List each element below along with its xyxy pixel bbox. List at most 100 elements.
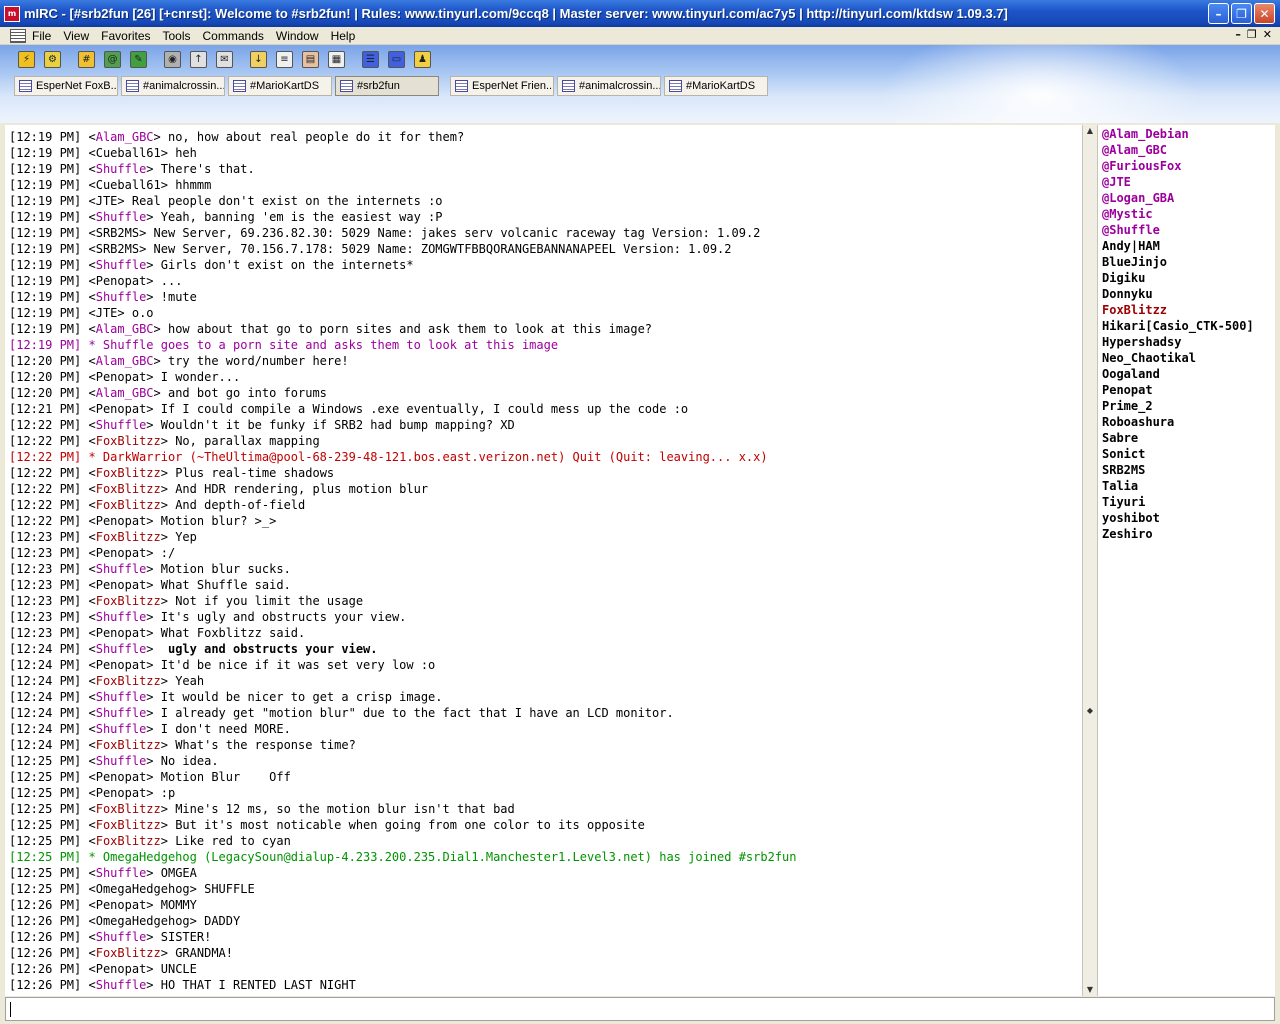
chat-log[interactable]: [12:19 PM] <Alam_GBC> no, how about real… — [5, 125, 1082, 996]
message-nick[interactable]: SRB2MS — [96, 226, 139, 240]
message-nick[interactable]: Penopat — [96, 514, 147, 528]
message-nick[interactable]: Shuffle — [96, 290, 147, 304]
nicklist-item[interactable]: Zeshiro — [1102, 526, 1275, 542]
urls-icon[interactable]: ▦ — [328, 51, 345, 68]
nicklist-item[interactable]: Prime_2 — [1102, 398, 1275, 414]
message-nick[interactable]: Penopat — [96, 658, 147, 672]
channel-window-icon[interactable] — [10, 28, 26, 43]
nicklist-item[interactable]: Hypershadsy — [1102, 334, 1275, 350]
switchbar-tab[interactable]: #MarioKartDS — [664, 76, 768, 96]
scroll-down-arrow-icon[interactable]: ▼ — [1084, 984, 1096, 996]
nicklist-item[interactable]: Sabre — [1102, 430, 1275, 446]
switchbar-tab-active[interactable]: #srb2fun — [335, 76, 439, 96]
dcc-send-icon[interactable]: ↑ — [190, 51, 207, 68]
message-nick[interactable]: FoxBlitzz — [96, 482, 161, 496]
message-nick[interactable]: FoxBlitzz — [96, 498, 161, 512]
menu-view[interactable]: View — [63, 29, 89, 43]
message-nick[interactable]: SRB2MS — [96, 242, 139, 256]
nicklist-item[interactable]: Andy|HAM — [1102, 238, 1275, 254]
nicklist-item[interactable]: @FuriousFox — [1102, 158, 1275, 174]
message-nick[interactable]: FoxBlitzz — [96, 674, 161, 688]
message-nick[interactable]: Penopat — [96, 402, 147, 416]
nicklist-item[interactable]: Talia — [1102, 478, 1275, 494]
dcc-chat-icon[interactable]: ✉ — [216, 51, 233, 68]
title-bar[interactable]: m mIRC - [#srb2fun [26] [+cnrst]: Welcom… — [0, 0, 1280, 27]
minimize-button[interactable]: – — [1208, 3, 1229, 24]
mirc-app-icon[interactable]: m — [4, 5, 20, 22]
message-nick[interactable]: Penopat — [96, 626, 147, 640]
message-nick[interactable]: Penopat — [96, 786, 147, 800]
menu-file[interactable]: File — [32, 29, 51, 43]
switchbar-tab[interactable]: #animalcrossin... — [121, 76, 225, 96]
nicklist-item[interactable]: yoshibot — [1102, 510, 1275, 526]
nicklist-item[interactable]: Donnyku — [1102, 286, 1275, 302]
address-book-icon[interactable]: @ — [104, 51, 121, 68]
message-nick[interactable]: Shuffle — [96, 642, 147, 656]
message-nick[interactable]: FoxBlitzz — [96, 594, 161, 608]
nicklist-item[interactable]: @Mystic — [1102, 206, 1275, 222]
notify-list-icon[interactable]: ≡ — [276, 51, 293, 68]
nicklist-item[interactable]: @Shuffle — [1102, 222, 1275, 238]
channels-folder-icon[interactable]: # — [78, 51, 95, 68]
message-nick[interactable]: OmegaHedgehog — [96, 882, 190, 896]
connect-icon[interactable]: ⚡ — [18, 51, 35, 68]
nicklist-item[interactable]: FoxBlitzz — [1102, 302, 1275, 318]
message-nick[interactable]: Shuffle — [96, 610, 147, 624]
nicklist-item[interactable]: SRB2MS — [1102, 462, 1275, 478]
menu-favorites[interactable]: Favorites — [101, 29, 150, 43]
options-icon[interactable]: ⚙ — [44, 51, 61, 68]
mdi-close-button[interactable]: ✕ — [1263, 28, 1272, 41]
message-nick[interactable]: FoxBlitzz — [96, 530, 161, 544]
message-nick[interactable]: Penopat — [96, 578, 147, 592]
message-nick[interactable]: Penopat — [96, 770, 147, 784]
message-nick[interactable]: FoxBlitzz — [96, 818, 161, 832]
message-nick[interactable]: Shuffle — [96, 162, 147, 176]
menu-commands[interactable]: Commands — [203, 29, 264, 43]
switchbar-tab[interactable]: #MarioKartDS — [228, 76, 332, 96]
mdi-restore-button[interactable]: ❐ — [1247, 28, 1257, 41]
message-nick[interactable]: Shuffle — [96, 418, 147, 432]
help-icon[interactable]: ♟ — [414, 51, 431, 68]
message-nick[interactable]: Alam_GBC — [96, 130, 154, 144]
chat-scrollbar[interactable]: ▲ ◆ ▼ — [1082, 125, 1097, 996]
message-nick[interactable]: Penopat — [96, 546, 147, 560]
scroll-up-arrow-icon[interactable]: ▲ — [1084, 125, 1096, 137]
dcc-get-icon[interactable]: ↓ — [250, 51, 267, 68]
message-nick[interactable]: Shuffle — [96, 258, 147, 272]
switchbar-tab[interactable]: #animalcrossin... — [557, 76, 661, 96]
logs-icon[interactable]: ▤ — [302, 51, 319, 68]
nicklist-item[interactable]: Tiyuri — [1102, 494, 1275, 510]
message-nick[interactable]: Penopat — [96, 962, 147, 976]
message-nick[interactable]: Shuffle — [96, 690, 147, 704]
message-nick[interactable]: FoxBlitzz — [96, 434, 161, 448]
nicklist-item[interactable]: @Alam_Debian — [1102, 126, 1275, 142]
message-nick[interactable]: Shuffle — [96, 722, 147, 736]
tile-vertical-icon[interactable]: ▭ — [388, 51, 405, 68]
colors-icon[interactable]: ◉ — [164, 51, 181, 68]
mdi-minimize-button[interactable]: – — [1235, 28, 1241, 41]
message-nick[interactable]: FoxBlitzz — [96, 834, 161, 848]
nicklist-item[interactable]: BlueJinjo — [1102, 254, 1275, 270]
message-nick[interactable]: FoxBlitzz — [96, 946, 161, 960]
switchbar-tab[interactable]: EsperNet FoxB... — [14, 76, 118, 96]
message-nick[interactable]: FoxBlitzz — [96, 466, 161, 480]
message-nick[interactable]: JTE — [96, 194, 118, 208]
message-nick[interactable]: Shuffle — [96, 210, 147, 224]
script-editor-icon[interactable]: ✎ — [130, 51, 147, 68]
message-nick[interactable]: Penopat — [96, 898, 147, 912]
nicklist-item[interactable]: @JTE — [1102, 174, 1275, 190]
switchbar-tab[interactable]: EsperNet Frien... — [450, 76, 554, 96]
nicklist-item[interactable]: Oogaland — [1102, 366, 1275, 382]
message-nick[interactable]: Alam_GBC — [96, 354, 154, 368]
message-nick[interactable]: Cueball61 — [96, 178, 161, 192]
close-button[interactable]: ✕ — [1254, 3, 1275, 24]
message-nick[interactable]: Penopat — [96, 274, 147, 288]
nicklist-item[interactable]: @Logan_GBA — [1102, 190, 1275, 206]
message-nick[interactable]: Alam_GBC — [96, 386, 154, 400]
nicklist-item[interactable]: Neo_Chaotikal — [1102, 350, 1275, 366]
nick-list[interactable]: @Alam_Debian @Alam_GBC @FuriousFox @JTE @Log… — [1097, 125, 1275, 996]
message-nick[interactable]: Cueball61 — [96, 146, 161, 160]
message-nick[interactable]: Shuffle — [96, 754, 147, 768]
message-nick[interactable]: Shuffle — [96, 866, 147, 880]
message-nick[interactable]: Shuffle — [96, 706, 147, 720]
